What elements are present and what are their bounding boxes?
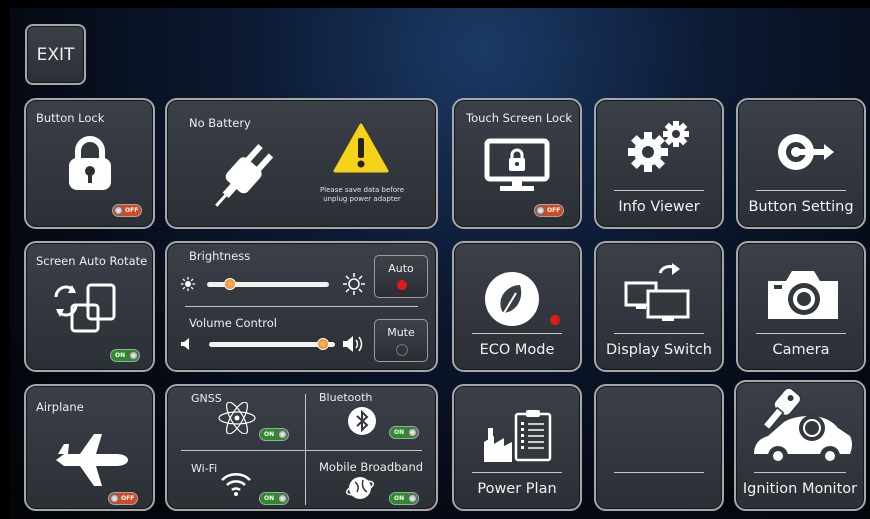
battery-status-tile: No Battery Please save data before unplug… [165, 98, 438, 229]
touch-screen-lock-toggle[interactable]: OFF [534, 204, 564, 217]
power-plan-divider [472, 472, 562, 473]
warning-icon [333, 123, 389, 173]
volume-title: Volume Control [189, 316, 277, 330]
button-lock-toggle[interactable]: OFF [112, 204, 142, 217]
airplane-tile[interactable]: Airplane OFF [24, 384, 155, 511]
screen-auto-rotate-tile[interactable]: Screen Auto Rotate ON [24, 241, 155, 372]
button-setting-label: Button Setting [748, 199, 854, 215]
display-switch-label: Display Switch [606, 342, 712, 358]
eco-indicator-dot [550, 315, 560, 325]
button-setting-divider [756, 190, 846, 191]
radios-horizontal-divider [181, 450, 422, 451]
camera-divider [756, 333, 846, 334]
bluetooth-title: Bluetooth [319, 391, 373, 404]
mobile-broadband-toggle[interactable]: ON [389, 492, 419, 505]
eco-leaf-icon [485, 272, 539, 326]
brightness-high-icon [343, 273, 365, 295]
exit-button[interactable]: EXIT [25, 24, 86, 85]
mute-indicator-dot [396, 344, 408, 356]
touch-screen-lock-tile[interactable]: Touch Screen Lock OFF [452, 98, 582, 229]
power-plan-tile[interactable]: Power Plan [452, 384, 582, 511]
ignition-car-key-icon [754, 388, 852, 466]
mute-button[interactable]: Mute [374, 319, 428, 362]
brightness-title: Brightness [189, 249, 251, 263]
wifi-toggle[interactable]: ON [259, 492, 289, 505]
mute-label: Mute [387, 326, 415, 339]
button-lock-tile[interactable]: Button Lock OFF [24, 98, 155, 229]
display-switch-tile[interactable]: Display Switch [594, 241, 724, 372]
airplane-title: Airplane [36, 400, 84, 414]
button-setting-icon [778, 134, 834, 170]
touch-screen-lock-title: Touch Screen Lock [466, 111, 573, 125]
gnss-atom-icon [218, 402, 256, 434]
padlock-icon [69, 136, 111, 190]
brightness-volume-divider [185, 306, 418, 307]
exit-label: EXIT [36, 45, 75, 65]
empty-tile-divider [614, 472, 704, 473]
battery-status-title: No Battery [189, 116, 251, 130]
brightness-auto-button[interactable]: Auto [374, 255, 428, 298]
power-plan-label: Power Plan [477, 481, 557, 497]
mobile-broadband-title: Mobile Broadband [319, 460, 424, 474]
monitor-lock-icon [484, 138, 550, 191]
brightness-auto-label: Auto [388, 262, 414, 275]
power-plan-icon [484, 410, 552, 462]
wifi-title: Wi-Fi [191, 462, 218, 475]
bluetooth-icon [348, 407, 376, 435]
button-lock-title: Button Lock [36, 111, 105, 125]
airplane-toggle[interactable]: OFF [108, 492, 138, 505]
gears-icon [628, 121, 689, 172]
brightness-volume-tile: Brightness Auto Volume Control Mute [165, 241, 438, 372]
camera-tile[interactable]: Camera [736, 241, 866, 372]
brightness-slider[interactable] [207, 278, 329, 290]
screen-auto-rotate-toggle[interactable]: ON [110, 349, 140, 362]
volume-slider-knob[interactable] [317, 338, 330, 350]
button-setting-tile[interactable]: Button Setting [736, 98, 866, 229]
empty-tile[interactable] [594, 384, 724, 511]
bluetooth-toggle[interactable]: ON [389, 426, 419, 439]
display-switch-icon [624, 263, 690, 321]
auto-indicator-dot [397, 280, 407, 290]
info-viewer-divider [614, 190, 704, 191]
camera-icon [768, 271, 838, 319]
brightness-low-icon [181, 277, 195, 291]
display-switch-divider [614, 333, 704, 334]
wifi-icon [221, 473, 251, 496]
brightness-slider-knob[interactable] [223, 278, 236, 290]
speaker-high-icon [343, 336, 363, 352]
info-viewer-label: Info Viewer [618, 199, 700, 215]
eco-mode-divider [472, 333, 562, 334]
camera-label: Camera [772, 342, 830, 358]
eco-mode-label: ECO Mode [479, 342, 555, 358]
power-plug-icon [215, 144, 274, 207]
ignition-monitor-label: Ignition Monitor [742, 481, 858, 497]
ignition-monitor-divider [754, 472, 846, 473]
battery-warning-text: Please save data before unplug power adap… [319, 186, 405, 203]
mobile-broadband-globe-icon [345, 477, 375, 499]
speaker-low-icon [181, 338, 189, 350]
gnss-toggle[interactable]: ON [259, 428, 289, 441]
wireless-radios-tile: GNSS ON Bluetooth ON Wi-Fi ON Mobile Bro… [165, 384, 438, 511]
airplane-icon [56, 434, 128, 486]
screen-auto-rotate-title: Screen Auto Rotate [36, 254, 148, 268]
eco-mode-tile[interactable]: ECO Mode [452, 241, 582, 372]
ignition-monitor-tile[interactable]: Ignition Monitor [734, 380, 866, 511]
volume-slider[interactable] [209, 338, 335, 350]
info-viewer-tile[interactable]: Info Viewer [594, 98, 724, 229]
rotate-screen-icon [54, 283, 116, 333]
